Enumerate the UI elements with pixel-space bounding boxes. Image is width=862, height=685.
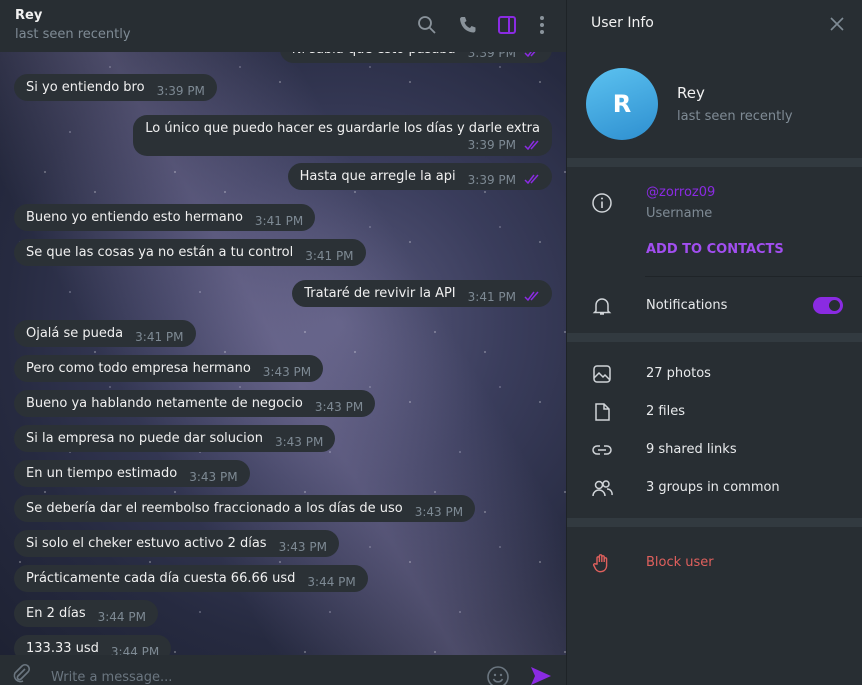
message-text: Si yo entiendo bro xyxy=(26,80,145,95)
message-text: Bueno ya hablando netamente de negocio xyxy=(26,396,303,411)
group-icon xyxy=(592,480,613,497)
info-icon xyxy=(592,193,612,213)
add-to-contacts-button[interactable]: ADD TO CONTACTS xyxy=(646,242,784,257)
message-bubble[interactable]: Lo único que puedo hacer es guardarle lo… xyxy=(133,115,552,156)
sidebar-toggle-icon[interactable] xyxy=(496,14,518,36)
message-bubble[interactable]: Bueno ya hablando netamente de negocio 3:… xyxy=(14,390,376,417)
photo-icon xyxy=(593,365,611,383)
double-check-icon xyxy=(524,174,539,184)
message-bubble[interactable]: Bueno yo entiendo esto hermano 3:41 PM xyxy=(14,204,316,231)
message-time: 3:43 PM xyxy=(314,400,364,414)
message-bubble[interactable]: Ojalá se pueda 3:41 PM xyxy=(14,320,196,347)
message-bubble[interactable]: En 2 días 3:44 PM xyxy=(14,600,158,627)
message-text: Lo único que puedo hacer es guardarle lo… xyxy=(145,121,540,136)
message-text: En 2 días xyxy=(26,606,86,621)
media-photos[interactable]: 27 photos xyxy=(646,366,711,381)
phone-icon[interactable] xyxy=(457,14,479,36)
separator xyxy=(645,276,862,277)
message-time: 3:39 PM xyxy=(156,84,205,98)
message-time: 3:44 PM xyxy=(307,575,356,589)
username-label: Username xyxy=(646,206,713,221)
message-text: En un tiempo estimado xyxy=(26,466,178,481)
message-bubble[interactable]: Si yo entiendo bro 3:39 PM xyxy=(14,74,217,101)
message-time: 3:41 PM xyxy=(254,214,304,228)
message-time: 3:41 PM xyxy=(467,290,516,304)
file-icon xyxy=(595,403,610,421)
divider xyxy=(567,333,862,342)
panel-title: User Info xyxy=(591,15,654,31)
username-value[interactable]: @zorroz09 xyxy=(646,185,715,200)
emoji-icon[interactable] xyxy=(486,665,510,685)
avatar[interactable]: R xyxy=(586,68,658,140)
message-text: Si solo el cheker estuvo activo 2 días xyxy=(26,536,267,551)
search-icon[interactable] xyxy=(416,14,438,36)
user-name: Rey xyxy=(677,84,705,102)
chat-area: Rey last seen recently Ni sabía que esto… xyxy=(0,0,566,685)
message-bubble[interactable]: Trataré de revivir la API 3:41 PM xyxy=(292,280,552,307)
message-time: 3:43 PM xyxy=(189,470,238,484)
notifications-toggle[interactable] xyxy=(813,297,843,314)
message-bubble[interactable]: Prácticamente cada día cuesta 66.66 usd 3… xyxy=(14,565,368,592)
user-status: last seen recently xyxy=(677,109,793,124)
message-text: Pero como todo empresa hermano xyxy=(26,361,251,376)
message-text: Hasta que arregle la api xyxy=(299,169,456,184)
message-time: 3:43 PM xyxy=(262,365,312,379)
message-text: 133.33 usd xyxy=(26,641,99,656)
message-time: 3:41 PM xyxy=(305,249,354,263)
attach-icon[interactable] xyxy=(10,663,32,685)
message-bubble[interactable]: Pero como todo empresa hermano 3:43 PM xyxy=(14,355,324,382)
message-bubble[interactable]: Se debería dar el reembolso fraccionado … xyxy=(14,495,476,522)
message-time: 3:43 PM xyxy=(274,435,324,449)
double-check-icon xyxy=(524,291,539,301)
message-input[interactable]: Write a message... xyxy=(51,670,172,685)
message-bubble[interactable]: Hasta que arregle la api 3:39 PM xyxy=(287,163,552,190)
message-text: Prácticamente cada día cuesta 66.66 usd xyxy=(26,571,296,586)
chat-title[interactable]: Rey xyxy=(15,8,42,23)
message-time: 3:41 PM xyxy=(135,330,184,344)
message-time: 3:39 PM xyxy=(467,138,516,152)
divider xyxy=(567,518,862,527)
message-time: 3:43 PM xyxy=(278,540,327,554)
message-text: Se que las cosas ya no están a tu contro… xyxy=(26,245,294,260)
message-text: Bueno yo entiendo esto hermano xyxy=(26,210,243,225)
media-links[interactable]: 9 shared links xyxy=(646,442,737,457)
message-text: Si la empresa no puede dar solucion xyxy=(26,431,263,446)
message-bubble[interactable]: Si la empresa no puede dar solucion 3:43 … xyxy=(14,425,336,452)
chat-status: last seen recently xyxy=(15,27,131,42)
message-text: Ojalá se pueda xyxy=(26,326,124,341)
message-bubble[interactable]: Si solo el cheker estuvo activo 2 días 3:… xyxy=(14,530,339,557)
message-bubble[interactable]: En un tiempo estimado 3:43 PM xyxy=(14,460,250,487)
media-groups[interactable]: 3 groups in common xyxy=(646,480,780,495)
notifications-label: Notifications xyxy=(646,298,728,313)
link-icon xyxy=(592,445,612,455)
hand-block-icon xyxy=(592,554,608,573)
message-text: Trataré de revivir la API xyxy=(304,286,456,301)
divider xyxy=(567,158,862,167)
user-info-panel: User Info R Rey last seen recently @zorr… xyxy=(566,0,862,685)
message-time: 3:43 PM xyxy=(414,505,464,519)
message-text: Se debería dar el reembolso fraccionado … xyxy=(26,501,403,516)
message-time: 3:44 PM xyxy=(97,610,146,624)
double-check-icon xyxy=(524,140,539,150)
close-icon[interactable] xyxy=(829,16,845,32)
chat-header[interactable]: Rey last seen recently xyxy=(0,0,566,52)
message-composer[interactable]: Write a message... xyxy=(0,655,566,685)
bell-icon xyxy=(592,298,612,315)
message-bubble[interactable]: Se que las cosas ya no están a tu contro… xyxy=(14,239,366,266)
more-vertical-icon[interactable] xyxy=(531,14,553,36)
send-icon[interactable] xyxy=(529,665,553,685)
message-time: 3:39 PM xyxy=(467,173,516,187)
block-user-button[interactable]: Block user xyxy=(646,555,714,570)
media-files[interactable]: 2 files xyxy=(646,404,685,419)
